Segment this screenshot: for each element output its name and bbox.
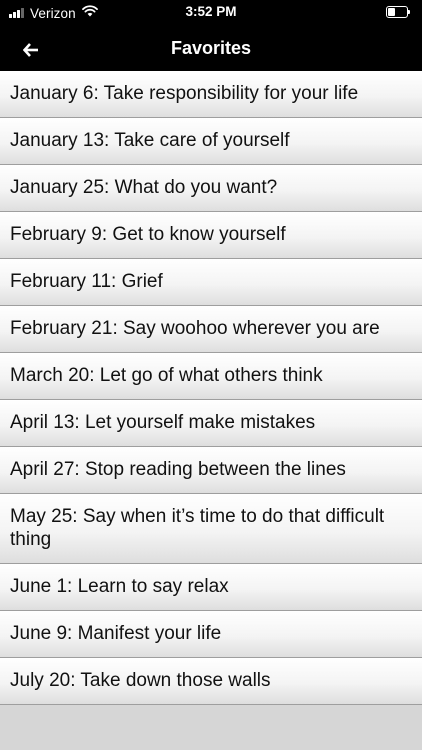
navigation-bar: Favorites <box>0 28 422 71</box>
favorite-item-label: February 11: Grief <box>10 271 163 292</box>
favorite-item[interactable]: May 25: Say when it’s time to do that di… <box>0 494 422 564</box>
page-title: Favorites <box>170 38 252 58</box>
favorite-item[interactable]: January 6: Take responsibility for your … <box>0 71 422 118</box>
favorite-item-label: January 13: Take care of yourself <box>10 130 290 151</box>
favorite-item[interactable]: January 13: Take care of yourself <box>0 118 422 165</box>
favorite-item[interactable]: April 13: Let yourself make mistakes <box>0 400 422 447</box>
favorite-item-label: April 27: Stop reading between the lines <box>10 459 346 480</box>
favorite-item[interactable]: April 27: Stop reading between the lines <box>0 447 422 494</box>
favorite-item[interactable]: February 9: Get to know yourself <box>0 212 422 259</box>
favorite-item-label: June 9: Manifest your life <box>10 623 222 644</box>
favorite-item[interactable]: June 1: Learn to say relax <box>0 564 422 611</box>
favorite-item-label: March 20: Let go of what others think <box>10 365 323 386</box>
favorite-item[interactable]: January 25: What do you want? <box>0 165 422 212</box>
favorite-item-label: January 25: What do you want? <box>10 177 278 198</box>
favorite-item-label: February 9: Get to know yourself <box>10 224 286 245</box>
favorite-item-label: July 20: Take down those walls <box>10 670 271 691</box>
favorite-item-label: January 6: Take responsibility for your … <box>10 83 359 104</box>
status-bar: Verizon 3:52 PM <box>0 0 422 28</box>
status-time: 3:52 PM <box>185 4 237 19</box>
battery-icon <box>386 6 410 18</box>
favorites-list: January 6: Take responsibility for your … <box>0 71 422 705</box>
favorite-item-label: February 21: Say woohoo wherever you are <box>10 318 380 339</box>
favorite-item[interactable]: February 11: Grief <box>0 259 422 306</box>
favorite-item[interactable]: March 20: Let go of what others think <box>0 353 422 400</box>
favorite-item-label: June 1: Learn to say relax <box>10 576 229 597</box>
favorite-item[interactable]: July 20: Take down those walls <box>0 658 422 705</box>
favorite-item-label: May 25: Say when it’s time to do that di… <box>10 506 385 550</box>
favorite-item[interactable]: February 21: Say woohoo wherever you are <box>0 306 422 353</box>
favorite-item-label: April 13: Let yourself make mistakes <box>10 412 316 433</box>
favorite-item[interactable]: June 9: Manifest your life <box>0 611 422 658</box>
